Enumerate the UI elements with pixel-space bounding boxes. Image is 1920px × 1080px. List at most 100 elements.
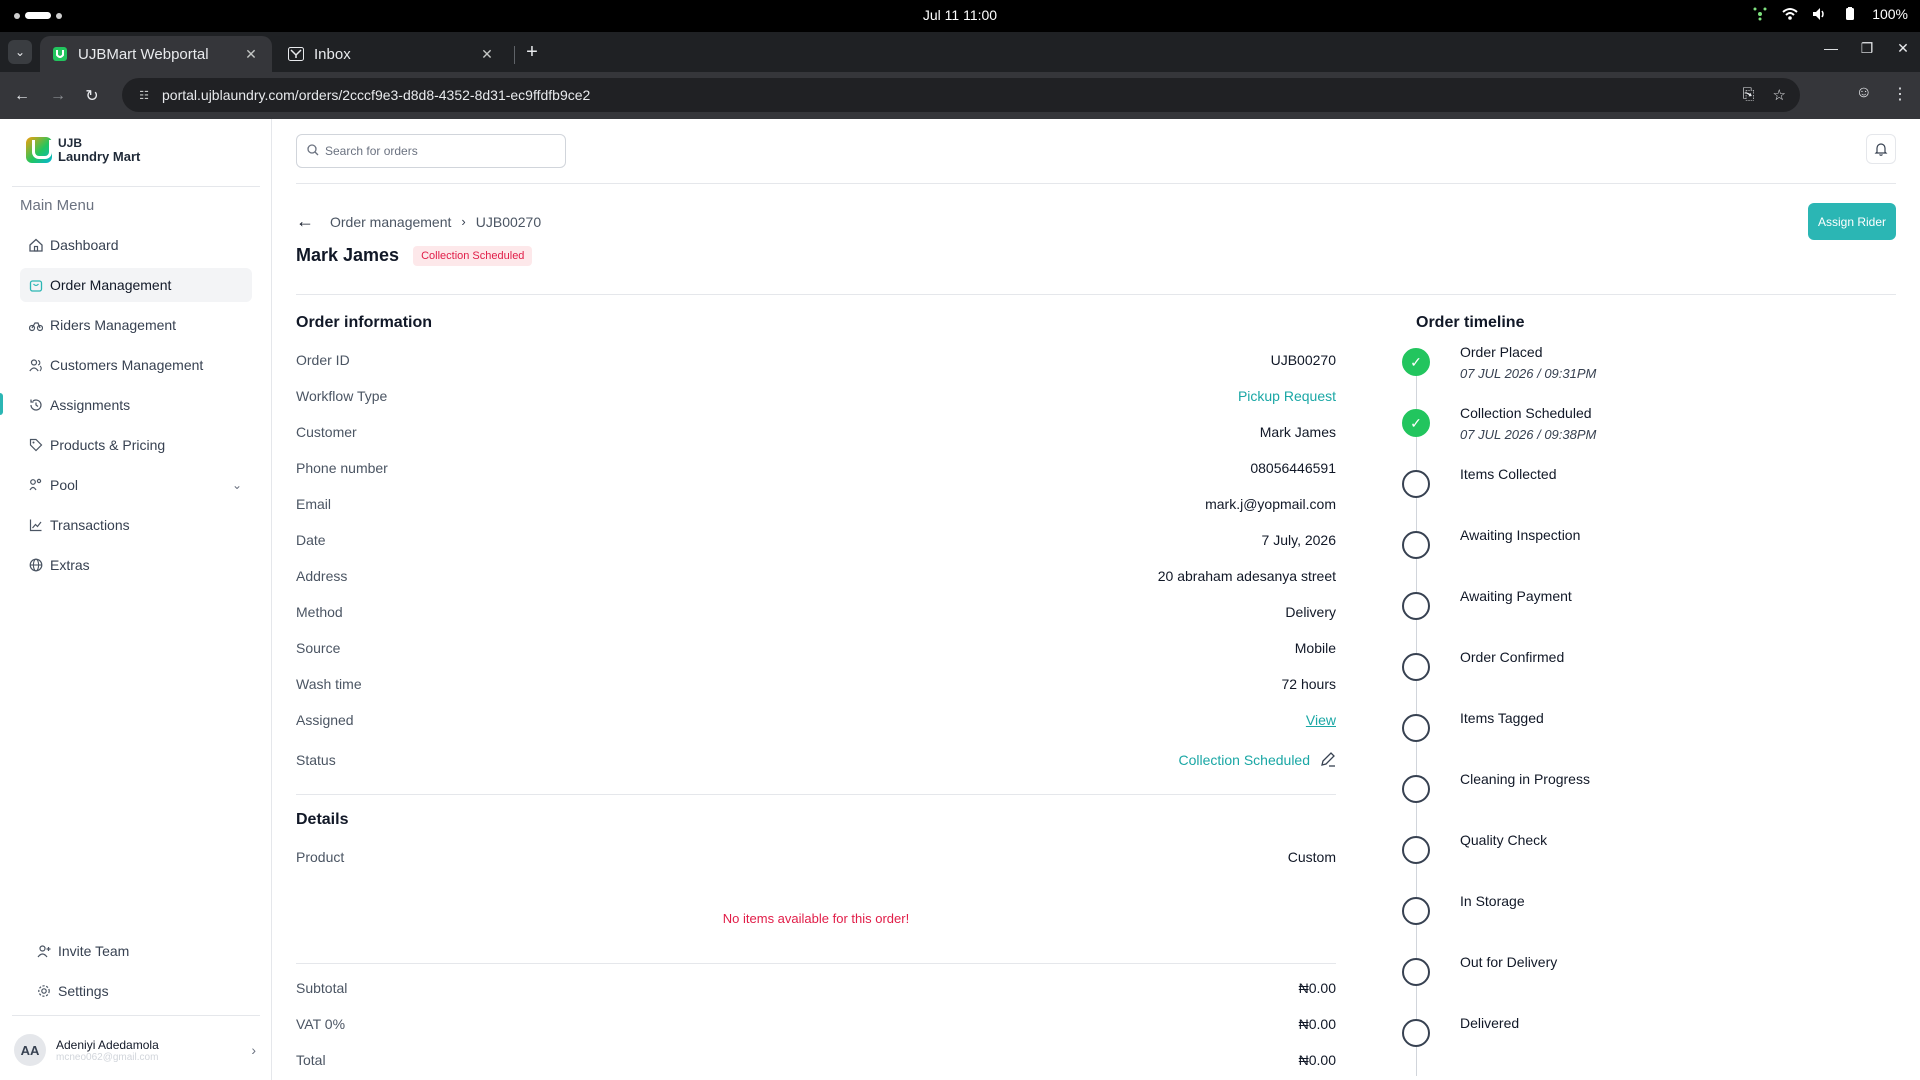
section-title: Details: [296, 811, 349, 828]
tab-title: Inbox: [314, 45, 351, 63]
view-assigned-link[interactable]: View: [1306, 712, 1336, 728]
sidebar-item-assignments[interactable]: Assignments: [20, 388, 252, 422]
search-icon: [307, 143, 319, 159]
browser-menu-icon[interactable]: ⋮: [1892, 84, 1908, 104]
check-circle-icon: ✓: [1402, 348, 1430, 376]
network-icon: [1752, 7, 1768, 21]
tab-close-icon[interactable]: ✕: [478, 46, 496, 63]
search-box[interactable]: [296, 134, 566, 168]
reload-icon[interactable]: ↻: [80, 84, 104, 108]
row-label: Assigned: [296, 712, 354, 728]
sidebar-item-label: Extras: [50, 557, 90, 573]
info-row-address: Address 20 abraham adesanya street: [296, 558, 1336, 594]
brand-logo[interactable]: UJB Laundry Mart: [26, 137, 140, 163]
tab-search-chevron-icon[interactable]: ⌄: [8, 40, 32, 64]
row-value: Mobile: [1294, 640, 1336, 656]
back-icon[interactable]: ←: [10, 84, 34, 108]
address-bar[interactable]: ☷ portal.ujblaundry.com/orders/2cccf9e3-…: [122, 78, 1800, 112]
sidebar-item-dashboard[interactable]: Dashboard: [20, 228, 252, 262]
sidebar-item-invite-team[interactable]: Invite Team: [28, 934, 260, 968]
chevron-right-icon[interactable]: ›: [251, 1042, 256, 1058]
sidebar-item-pool[interactable]: Pool ⌄: [20, 468, 252, 502]
sidebar-item-products-pricing[interactable]: Products & Pricing: [20, 428, 252, 462]
forward-icon[interactable]: →: [46, 84, 70, 108]
empty-circle-icon: [1402, 531, 1430, 559]
order-timeline: Order timeline ✓ Order Placed 07 JUL 202…: [1402, 314, 1882, 1076]
history-icon: [28, 397, 44, 413]
info-row-email: Email mark.j@yopmail.com: [296, 486, 1336, 522]
row-label: Email: [296, 496, 332, 512]
sidebar-item-order-management[interactable]: Order Management: [20, 268, 252, 302]
row-value: ₦0.00: [1298, 1052, 1336, 1068]
timeline-step-label: Items Collected: [1460, 466, 1557, 482]
info-row-source: Source Mobile: [296, 630, 1336, 666]
sidebar-item-label: Invite Team: [58, 943, 130, 959]
timeline-step-order-confirmed: Order Confirmed: [1402, 647, 1882, 708]
os-clock[interactable]: Jul 11 11:00: [0, 7, 1920, 23]
site-info-icon[interactable]: ☷: [136, 87, 152, 103]
user-plus-icon: [36, 943, 52, 959]
yahoo-mail-favicon-icon: [288, 46, 304, 62]
install-app-icon[interactable]: ⎘: [1743, 86, 1755, 104]
row-value: 20 abraham adesanya street: [1157, 568, 1336, 584]
row-value: UJB00270: [1270, 352, 1336, 368]
timeline-step-items-collected: Items Collected: [1402, 464, 1882, 525]
divider: [296, 294, 1896, 295]
user-email: mcneo062@gmail.com: [56, 1051, 159, 1063]
row-value: Delivery: [1285, 604, 1336, 620]
info-row-customer: Customer Mark James: [296, 414, 1336, 450]
chevron-down-icon[interactable]: ⌄: [232, 478, 242, 492]
row-label: VAT 0%: [296, 1016, 346, 1032]
tab-inbox[interactable]: Inbox ✕: [276, 36, 508, 72]
gear-icon: [36, 983, 52, 999]
row-label: Source: [296, 640, 341, 656]
details-row-product: Product Custom: [296, 839, 1336, 875]
timeline-step-label: Delivered: [1460, 1015, 1520, 1031]
notification-bell-icon[interactable]: [1866, 134, 1896, 164]
sidebar-item-transactions[interactable]: Transactions: [20, 508, 252, 542]
timeline-step-label: Items Tagged: [1460, 710, 1544, 726]
sidebar-item-label: Customers Management: [50, 357, 204, 373]
user-profile[interactable]: AA Adeniyi Adedamola mcneo062@gmail.com …: [14, 1030, 258, 1070]
home-icon: [28, 237, 44, 253]
assign-rider-button[interactable]: Assign Rider: [1808, 203, 1896, 240]
new-tab-plus-icon[interactable]: +: [520, 40, 544, 64]
row-label: Customer: [296, 424, 357, 440]
profile-icon[interactable]: ☺: [1856, 84, 1872, 104]
bookmark-star-icon[interactable]: ☆: [1773, 86, 1786, 104]
sidebar-item-extras[interactable]: Extras: [20, 548, 252, 582]
tab-separator: [514, 46, 515, 64]
section-title: Order information: [296, 314, 433, 331]
timeline-step-label: Awaiting Payment: [1460, 588, 1572, 604]
chevron-right-icon: ›: [461, 214, 466, 229]
tab-ujbmart[interactable]: UJBMart Webportal ✕: [40, 36, 272, 72]
timeline-step-awaiting-inspection: Awaiting Inspection: [1402, 525, 1882, 586]
back-arrow-icon[interactable]: ←: [296, 211, 314, 232]
sidebar-item-label: Products & Pricing: [50, 437, 166, 453]
row-value: Pickup Request: [1237, 388, 1336, 404]
search-input[interactable]: [325, 144, 545, 158]
minimize-icon[interactable]: —: [1824, 40, 1838, 57]
timeline-step-items-tagged: Items Tagged: [1402, 708, 1882, 769]
divider: [296, 794, 1336, 795]
window-controls: — ❐ ✕: [1824, 40, 1910, 57]
os-status-area[interactable]: 100%: [1752, 6, 1908, 22]
sidebar-item-settings[interactable]: Settings: [28, 974, 260, 1008]
sidebar-item-customers-management[interactable]: Customers Management: [20, 348, 252, 382]
timeline-step-label: In Storage: [1460, 893, 1525, 909]
restore-icon[interactable]: ❐: [1860, 40, 1874, 57]
row-value: ₦0.00: [1298, 980, 1336, 996]
row-value: 7 July, 2026: [1261, 532, 1336, 548]
edit-pencil-icon[interactable]: [1320, 751, 1336, 770]
sidebar-item-label: Transactions: [50, 517, 130, 533]
timeline-step-label: Order Confirmed: [1460, 649, 1565, 665]
tab-close-icon[interactable]: ✕: [242, 46, 260, 63]
globe-icon: [28, 557, 44, 573]
empty-circle-icon: [1402, 592, 1430, 620]
close-window-icon[interactable]: ✕: [1896, 40, 1910, 57]
row-value: 08056446591: [1250, 460, 1336, 476]
row-value: Custom: [1287, 849, 1336, 865]
breadcrumb-parent[interactable]: Order management: [330, 214, 451, 230]
total-row-vat: VAT 0% ₦0.00: [296, 1006, 1336, 1042]
sidebar-item-riders-management[interactable]: Riders Management: [20, 308, 252, 342]
